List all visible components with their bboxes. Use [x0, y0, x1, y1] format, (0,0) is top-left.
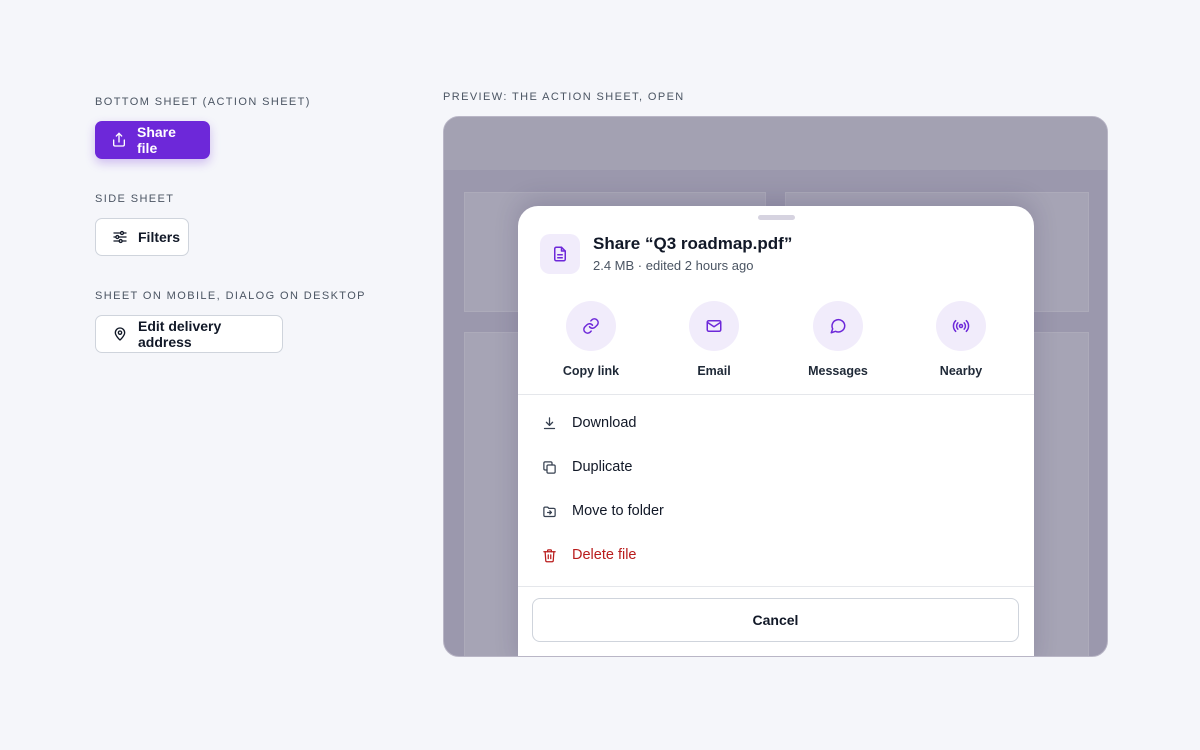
link-icon	[583, 318, 599, 334]
preview-label: PREVIEW: THE ACTION SHEET, OPEN	[443, 91, 685, 103]
action-label: Delete file	[572, 547, 637, 563]
sliders-icon	[113, 230, 127, 244]
share-target-email[interactable]: Email	[664, 301, 764, 378]
broadcast-icon	[952, 319, 970, 333]
action-move-to-folder[interactable]: Move to folder	[540, 493, 1012, 529]
preview-frame: Share “Q3 roadmap.pdf” 2.4 MB · edited 2…	[443, 116, 1108, 657]
copy-icon	[541, 459, 557, 475]
action-label: Download	[572, 415, 637, 431]
action-delete-file[interactable]: Delete file	[540, 537, 1012, 573]
section-label-responsive: SHEET ON MOBILE, DIALOG ON DESKTOP	[95, 290, 366, 302]
edit-delivery-address-button-label: Edit delivery address	[138, 318, 222, 350]
sheet-title: Share “Q3 roadmap.pdf”	[593, 234, 793, 253]
share-target-messages[interactable]: Messages	[788, 301, 888, 378]
mail-icon	[706, 320, 722, 332]
chat-bubble-icon	[830, 318, 846, 334]
file-icon-tile	[540, 234, 580, 274]
folder-move-icon	[541, 503, 557, 519]
map-pin-icon	[114, 327, 126, 341]
share-file-button[interactable]: Share file	[95, 121, 210, 159]
share-target-nearby[interactable]: Nearby	[911, 301, 1011, 378]
share-target-circle	[813, 301, 863, 351]
edit-delivery-address-button[interactable]: Edit delivery address	[95, 315, 283, 353]
divider	[518, 586, 1034, 587]
document-icon	[554, 246, 566, 262]
share-target-circle	[689, 301, 739, 351]
action-label: Duplicate	[572, 459, 633, 475]
filters-button[interactable]: Filters	[95, 218, 189, 256]
share-file-button-label: Share file	[137, 124, 176, 156]
section-label-side-sheet: SIDE SHEET	[95, 193, 175, 205]
sheet-subtitle: 2.4 MB · edited 2 hours ago	[593, 258, 754, 273]
share-target-label: Email	[697, 364, 731, 378]
action-download[interactable]: Download	[540, 405, 1012, 441]
share-target-label: Copy link	[562, 364, 620, 378]
section-label-bottom-sheet: BOTTOM SHEET (ACTION SHEET)	[95, 96, 311, 108]
share-target-circle	[936, 301, 986, 351]
download-icon	[541, 415, 557, 431]
drag-handle[interactable]	[758, 215, 795, 220]
action-label: Move to folder	[572, 503, 664, 519]
trash-icon	[541, 547, 557, 563]
share-target-copy-link[interactable]: Copy link	[541, 301, 641, 378]
share-target-circle	[566, 301, 616, 351]
filters-button-label: Filters	[138, 229, 181, 245]
cancel-button[interactable]: Cancel	[532, 598, 1019, 642]
divider	[518, 394, 1034, 395]
share-target-label: Nearby	[939, 364, 983, 378]
share-icon	[113, 132, 125, 147]
share-target-label: Messages	[808, 364, 868, 378]
preview-app-header	[444, 117, 1107, 170]
action-sheet: Share “Q3 roadmap.pdf” 2.4 MB · edited 2…	[518, 206, 1034, 656]
action-duplicate[interactable]: Duplicate	[540, 449, 1012, 485]
